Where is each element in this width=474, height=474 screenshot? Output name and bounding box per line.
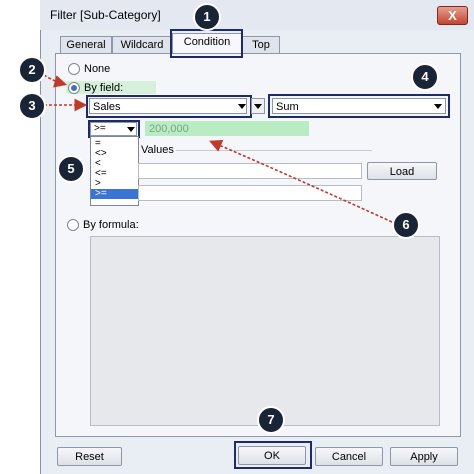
- callout-badge-5: 5: [57, 155, 85, 183]
- callout-badge-3: 3: [18, 92, 46, 120]
- callout-badge-4: 4: [411, 63, 439, 91]
- arrow-6: [209, 139, 393, 223]
- callout-badge-7: 7: [257, 406, 285, 434]
- callout-badge-2: 2: [18, 56, 46, 84]
- callout-badge-1: 1: [193, 3, 221, 31]
- callout-badge-6: 6: [392, 211, 420, 239]
